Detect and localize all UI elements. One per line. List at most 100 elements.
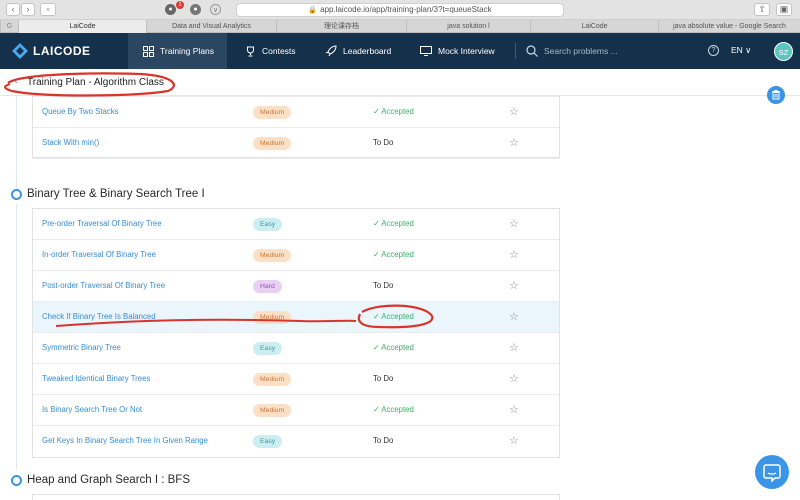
url-text: app.laicode.io/app/training-plan/3?t=que… [320, 5, 492, 14]
search-input[interactable] [544, 46, 654, 56]
section-marker [11, 189, 22, 200]
grid-icon [143, 45, 154, 57]
difficulty-badge: Easy [253, 342, 283, 355]
problem-card [32, 494, 560, 500]
section-title: Heap and Graph Search I : BFS [27, 474, 191, 486]
browser-tab[interactable]: java solution l [406, 20, 530, 33]
table-row[interactable]: Pre-order Traversal Of Binary Tree Easy … [33, 209, 559, 240]
nav-divider [515, 43, 516, 59]
section-marker [11, 475, 22, 486]
browser-tab[interactable]: 理论课存档 [276, 20, 406, 33]
status-text: ✓ Accepted [373, 405, 414, 414]
sidebar-toggle-icon[interactable]: ▫ [40, 3, 56, 16]
page-title-bar: ‹ Training Plan - Algorithm Class [0, 69, 800, 96]
trash-button[interactable] [767, 86, 785, 104]
browser-tab[interactable]: java absolute value - Google Search [658, 20, 800, 33]
difficulty-badge: Easy [253, 218, 283, 231]
nav-contests[interactable]: Contests [245, 33, 296, 69]
difficulty-badge: Medium [253, 404, 292, 417]
difficulty-badge: Hard [253, 280, 282, 293]
problem-title[interactable]: Pre-order Traversal Of Binary Tree [42, 219, 162, 228]
browser-forward-button[interactable]: › [21, 3, 35, 16]
lock-icon: 🔒 [308, 7, 318, 14]
browser-tab[interactable]: LaiCode [530, 20, 658, 33]
problem-card: Queue By Two Stacks Medium ✓ Accepted ☆ … [32, 96, 560, 159]
browser-tab[interactable]: LaiCode [18, 20, 146, 33]
section-title: Binary Tree & Binary Search Tree I [27, 188, 205, 200]
pocket-icon[interactable]: ∨ [210, 4, 221, 15]
nav-leaderboard[interactable]: Leaderboard [325, 33, 391, 69]
difficulty-badge: Medium [253, 106, 292, 119]
avatar[interactable]: SZ [774, 42, 793, 61]
monitor-icon [420, 46, 432, 56]
status-text: ✓ Accepted [373, 312, 414, 321]
back-chevron-icon[interactable]: ‹ [14, 75, 18, 87]
nav-leaderboard-label: Leaderboard [343, 46, 392, 56]
trophy-icon [247, 46, 254, 56]
table-row[interactable]: Get Keys In Binary Search Tree In Given … [33, 426, 559, 457]
trash-icon [772, 90, 780, 100]
star-icon[interactable]: ☆ [509, 248, 519, 261]
search-area[interactable] [526, 33, 654, 69]
chat-button[interactable] [755, 455, 789, 489]
share-icon[interactable]: ⇧ [754, 3, 770, 16]
status-text: ✓ Accepted [373, 250, 414, 259]
status-text: To Do [373, 138, 394, 147]
star-icon[interactable]: ☆ [509, 403, 519, 416]
table-row-highlighted[interactable]: Check If Binary Tree Is Balanced Medium … [33, 302, 559, 333]
nav-contests-label: Contests [262, 46, 296, 56]
problem-title[interactable]: Is Binary Search Tree Or Not [42, 405, 142, 414]
extension-badge: 1 [176, 1, 184, 9]
chat-icon [763, 464, 781, 483]
status-text: To Do [373, 374, 394, 383]
table-row[interactable]: Stack With min() Medium To Do ☆ [33, 128, 559, 159]
table-row[interactable]: In-order Traversal Of Binary Tree Medium… [33, 240, 559, 271]
browser-back-button[interactable]: ‹ [6, 3, 20, 16]
status-text: ✓ Accepted [373, 219, 414, 228]
nav-mock-interview[interactable]: Mock Interview [420, 33, 495, 69]
problem-title[interactable]: Symmetric Binary Tree [42, 343, 121, 352]
problem-title[interactable]: Stack With min() [42, 138, 99, 147]
problem-title[interactable]: Get Keys In Binary Search Tree In Given … [42, 436, 208, 445]
star-icon[interactable]: ☆ [509, 105, 519, 118]
training-plan-content: Queue By Two Stacks Medium ✓ Accepted ☆ … [0, 96, 800, 500]
star-icon[interactable]: ☆ [509, 136, 519, 149]
star-icon[interactable]: ☆ [509, 217, 519, 230]
search-icon [526, 45, 538, 57]
table-row[interactable]: Symmetric Binary Tree Easy ✓ Accepted ☆ [33, 333, 559, 364]
star-icon[interactable]: ☆ [509, 310, 519, 323]
language-selector[interactable]: EN ∨ [731, 45, 751, 56]
star-icon[interactable]: ☆ [509, 434, 519, 447]
star-icon[interactable]: ☆ [509, 279, 519, 292]
app-header: LAICODE Training Plans Contests Leaderbo… [0, 33, 800, 69]
url-bar[interactable]: 🔒 app.laicode.io/app/training-plan/3?t=qu… [236, 3, 564, 17]
browser-toolbar: ‹ › ▫ ● 1 ● ∨ 🔒 app.laicode.io/app/traini… [0, 0, 800, 20]
nav-training-plans[interactable]: Training Plans [128, 33, 227, 69]
rocket-icon [325, 45, 337, 57]
star-icon[interactable]: ☆ [509, 341, 519, 354]
help-icon[interactable]: ? [708, 45, 719, 56]
logo[interactable]: LAICODE [12, 43, 91, 59]
table-row[interactable]: Is Binary Search Tree Or Not Medium ✓ Ac… [33, 395, 559, 426]
table-row[interactable]: Queue By Two Stacks Medium ✓ Accepted ☆ [33, 97, 559, 128]
table-row[interactable]: Tweaked Identical Binary Trees Medium To… [33, 364, 559, 395]
problem-title[interactable]: In-order Traversal Of Binary Tree [42, 250, 156, 259]
problem-title[interactable]: Tweaked Identical Binary Trees [42, 374, 150, 383]
table-row[interactable]: Post-order Traversal Of Binary Tree Hard… [33, 271, 559, 302]
extension-icon-2[interactable]: ● [190, 4, 201, 15]
browser-tab-bar: G LaiCode Data and Visual Analytics 理论课存… [0, 20, 800, 33]
status-text: ✓ Accepted [373, 107, 414, 116]
problem-title[interactable]: Queue By Two Stacks [42, 107, 119, 116]
problem-title[interactable]: Check If Binary Tree Is Balanced [42, 312, 156, 321]
browser-tab[interactable]: Data and Visual Analytics [146, 20, 276, 33]
logo-icon [12, 43, 28, 59]
tabs-overview-icon[interactable]: ▣ [776, 3, 792, 16]
status-text: To Do [373, 281, 394, 290]
star-icon[interactable]: ☆ [509, 372, 519, 385]
page-title: Training Plan - Algorithm Class [27, 77, 164, 88]
difficulty-badge: Medium [253, 137, 292, 150]
favicon-icon: G [0, 20, 18, 33]
problem-title[interactable]: Post-order Traversal Of Binary Tree [42, 281, 165, 290]
extension-icon[interactable]: ● [165, 4, 176, 15]
problem-card: Pre-order Traversal Of Binary Tree Easy … [32, 208, 560, 458]
